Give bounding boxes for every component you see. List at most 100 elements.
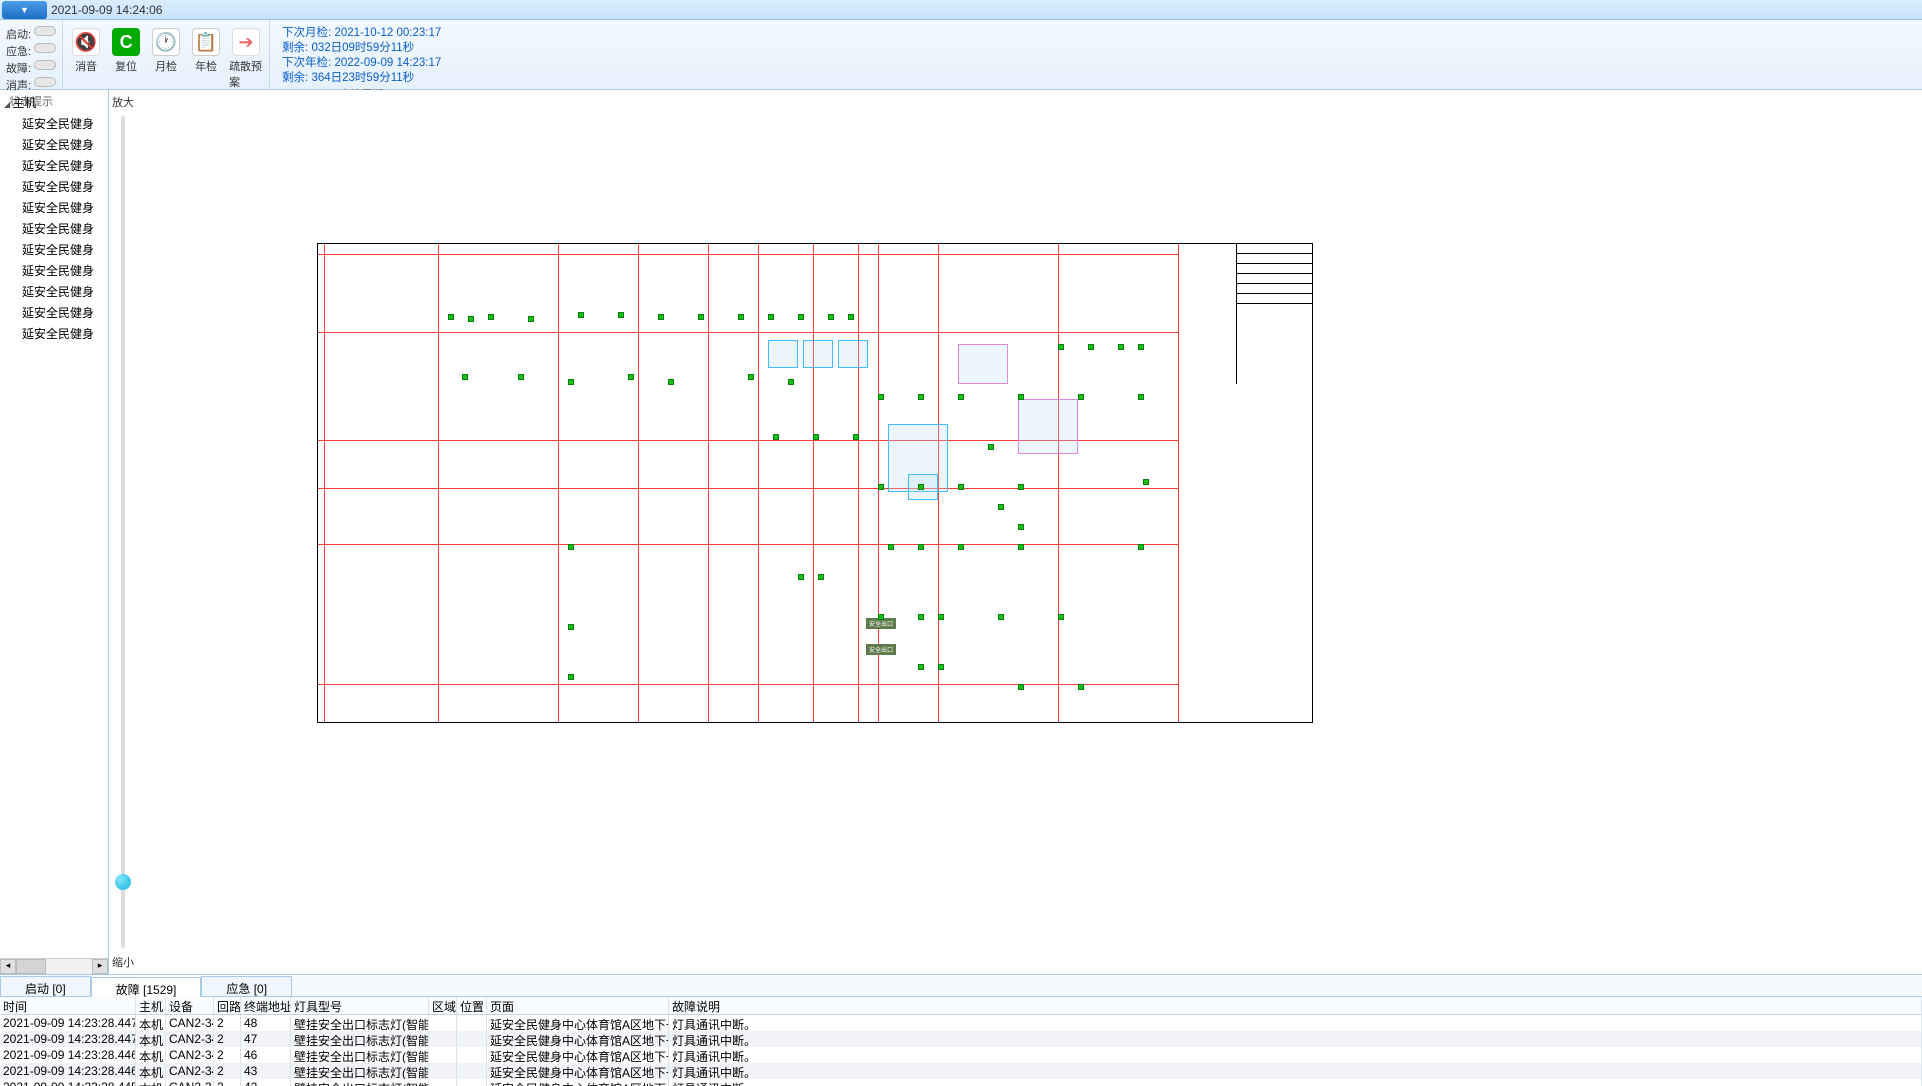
device-marker[interactable] — [462, 374, 468, 380]
device-marker[interactable] — [568, 544, 574, 550]
device-marker[interactable] — [1018, 544, 1024, 550]
tree-item[interactable]: 延安全民健身 — [4, 134, 108, 155]
device-marker[interactable] — [1058, 344, 1064, 350]
app-menu-button[interactable]: ▼ — [2, 1, 47, 19]
zoom-track[interactable] — [121, 116, 125, 948]
device-marker[interactable] — [1138, 544, 1144, 550]
scroll-thumb[interactable] — [16, 959, 46, 974]
device-marker[interactable] — [998, 504, 1004, 510]
device-marker[interactable] — [488, 314, 494, 320]
device-marker[interactable] — [468, 316, 474, 322]
table-row[interactable]: 2021-09-09 14:23:28.445本机CAN2-34242壁挂安全出… — [0, 1079, 1922, 1086]
table-row[interactable]: 2021-09-09 14:23:28.447本机CAN2-34247壁挂安全出… — [0, 1031, 1922, 1047]
device-marker[interactable] — [628, 374, 634, 380]
device-marker[interactable] — [1018, 524, 1024, 530]
col-term[interactable]: 终端地址 — [241, 997, 291, 1014]
tab-emergency[interactable]: 应急 [0] — [201, 976, 292, 996]
year-check-button[interactable]: 📋 年检 — [189, 28, 223, 90]
device-marker[interactable] — [1143, 479, 1149, 485]
table-row[interactable]: 2021-09-09 14:23:28.446本机CAN2-34243壁挂安全出… — [0, 1063, 1922, 1079]
sidebar-hscrollbar[interactable]: ◂ ▸ — [0, 958, 108, 974]
scroll-left-icon[interactable]: ◂ — [0, 959, 16, 974]
scroll-right-icon[interactable]: ▸ — [92, 959, 108, 974]
device-marker[interactable] — [1078, 684, 1084, 690]
floorplan-canvas[interactable]: 安全出口 安全出口 — [137, 90, 1922, 974]
device-marker[interactable] — [878, 614, 884, 620]
device-marker[interactable] — [798, 574, 804, 580]
tab-start[interactable]: 启动 [0] — [0, 976, 91, 996]
device-marker[interactable] — [828, 314, 834, 320]
device-marker[interactable] — [1018, 394, 1024, 400]
device-marker[interactable] — [918, 544, 924, 550]
device-marker[interactable] — [773, 434, 779, 440]
device-marker[interactable] — [818, 574, 824, 580]
device-marker[interactable] — [578, 312, 584, 318]
col-device[interactable]: 设备 — [166, 997, 214, 1014]
tree-item[interactable]: 延安全民健身 — [4, 323, 108, 344]
device-marker[interactable] — [1138, 344, 1144, 350]
device-marker[interactable] — [888, 544, 894, 550]
device-marker[interactable] — [1088, 344, 1094, 350]
zoom-thumb[interactable] — [115, 874, 131, 890]
device-marker[interactable] — [668, 379, 674, 385]
tree-item[interactable]: 延安全民健身 — [4, 176, 108, 197]
device-marker[interactable] — [1078, 394, 1084, 400]
device-marker[interactable] — [1118, 344, 1124, 350]
month-check-button[interactable]: 🕐 月检 — [149, 28, 183, 90]
tree-item[interactable]: 延安全民健身 — [4, 113, 108, 134]
device-marker[interactable] — [528, 316, 534, 322]
device-marker[interactable] — [958, 394, 964, 400]
device-marker[interactable] — [848, 314, 854, 320]
tree-item[interactable]: 延安全民健身 — [4, 218, 108, 239]
tree-item[interactable]: 延安全民健身 — [4, 197, 108, 218]
device-marker[interactable] — [878, 484, 884, 490]
col-desc[interactable]: 故障说明 — [669, 997, 1922, 1014]
col-host[interactable]: 主机 — [136, 997, 166, 1014]
device-marker[interactable] — [918, 394, 924, 400]
device-marker[interactable] — [998, 614, 1004, 620]
col-pos[interactable]: 位置 — [457, 997, 487, 1014]
tree-root-node[interactable]: 主机 — [4, 92, 108, 113]
device-marker[interactable] — [698, 314, 704, 320]
device-marker[interactable] — [958, 544, 964, 550]
mute-button[interactable]: 🔇 消音 — [69, 28, 103, 90]
device-marker[interactable] — [938, 614, 944, 620]
col-page[interactable]: 页面 — [487, 997, 669, 1014]
col-model[interactable]: 灯具型号 — [291, 997, 429, 1014]
device-marker[interactable] — [1138, 394, 1144, 400]
col-area[interactable]: 区域 — [429, 997, 457, 1014]
device-marker[interactable] — [918, 484, 924, 490]
device-marker[interactable] — [1018, 684, 1024, 690]
table-row[interactable]: 2021-09-09 14:23:28.446本机CAN2-34246壁挂安全出… — [0, 1047, 1922, 1063]
device-marker[interactable] — [658, 314, 664, 320]
device-marker[interactable] — [618, 312, 624, 318]
device-marker[interactable] — [1058, 614, 1064, 620]
device-marker[interactable] — [748, 374, 754, 380]
device-marker[interactable] — [988, 444, 994, 450]
device-marker[interactable] — [448, 314, 454, 320]
col-loop[interactable]: 回路 — [214, 997, 241, 1014]
device-marker[interactable] — [918, 614, 924, 620]
device-marker[interactable] — [938, 664, 944, 670]
tree-item[interactable]: 延安全民健身 — [4, 302, 108, 323]
reset-button[interactable]: C 复位 — [109, 28, 143, 90]
tree-item[interactable]: 延安全民健身 — [4, 155, 108, 176]
col-time[interactable]: 时间 — [0, 997, 136, 1014]
device-marker[interactable] — [958, 484, 964, 490]
tree-item[interactable]: 延安全民健身 — [4, 239, 108, 260]
table-row[interactable]: 2021-09-09 14:23:28.447本机CAN2-34248壁挂安全出… — [0, 1015, 1922, 1031]
device-marker[interactable] — [878, 394, 884, 400]
evac-plan-button[interactable]: ➔ 疏散预案 — [229, 28, 263, 90]
tree-item[interactable]: 延安全民健身 — [4, 281, 108, 302]
device-marker[interactable] — [813, 434, 819, 440]
device-marker[interactable] — [518, 374, 524, 380]
tree-item[interactable]: 延安全民健身 — [4, 260, 108, 281]
device-marker[interactable] — [788, 379, 794, 385]
device-marker[interactable] — [853, 434, 859, 440]
device-marker[interactable] — [918, 664, 924, 670]
tab-fault[interactable]: 故障 [1529] — [91, 977, 202, 997]
device-marker[interactable] — [798, 314, 804, 320]
device-marker[interactable] — [568, 674, 574, 680]
device-marker[interactable] — [568, 624, 574, 630]
device-marker[interactable] — [1018, 484, 1024, 490]
